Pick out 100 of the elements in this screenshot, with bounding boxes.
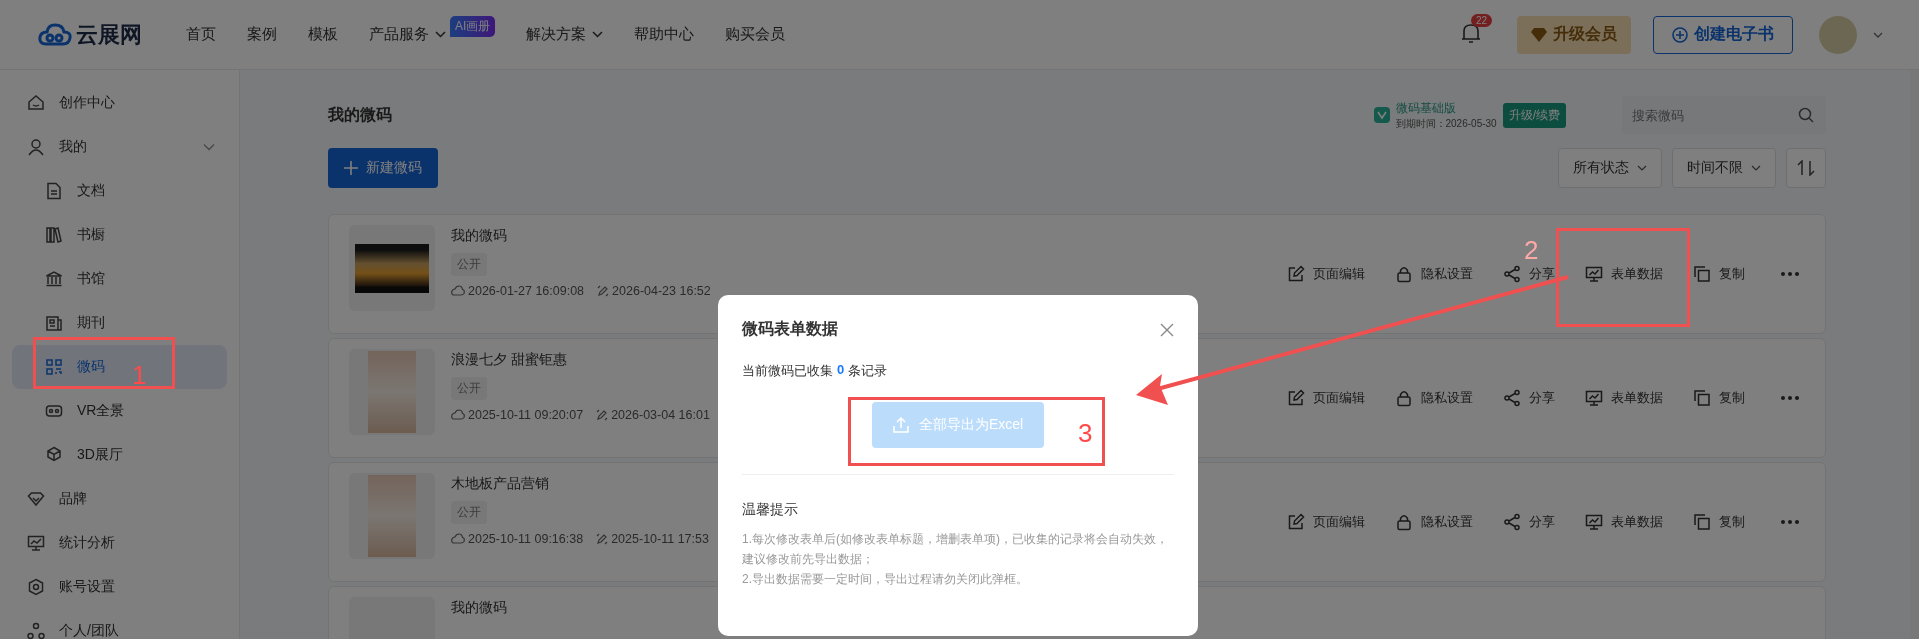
sidebar-item[interactable]: 我的 <box>12 125 227 169</box>
chevron-down-icon <box>1751 165 1761 171</box>
card-action[interactable]: 分享 <box>1503 389 1555 407</box>
upgrade-button[interactable]: 升级会员 <box>1517 15 1631 54</box>
copy-icon <box>1693 265 1711 283</box>
nav-link[interactable]: 解决方案 <box>526 25 604 44</box>
nav-link[interactable]: 产品服务 <box>369 25 446 44</box>
qr-icon <box>45 358 63 376</box>
card-action[interactable]: 页面编辑 <box>1287 389 1365 407</box>
card-action[interactable]: 表单数据 <box>1585 389 1663 407</box>
pencil-icon <box>597 285 610 297</box>
tip-text: 1.每次修改表单后(如修改表单标题，增删表单项)，已收集的记录将会自动失效，建议修改前先导出数据； <box>742 531 1169 568</box>
card-title: 木地板产品营销 <box>451 475 549 493</box>
visibility-tag: 公开 <box>451 377 487 400</box>
search-icon <box>1798 107 1814 123</box>
upload-icon <box>892 417 909 433</box>
diamond-icon <box>27 490 45 508</box>
renew-button[interactable]: 升级/续费 <box>1502 102 1566 128</box>
annotation-number: 3 <box>1078 420 1093 446</box>
close-icon[interactable] <box>1160 322 1174 337</box>
vr-icon <box>45 402 63 420</box>
card-action[interactable]: 分享 <box>1503 513 1555 531</box>
ai-badge: AI画册 <box>450 16 496 37</box>
sidebar-item[interactable]: 品牌 <box>12 477 227 521</box>
modified-time: 2026-03-04 16:01 <box>611 408 710 422</box>
sidebar-item[interactable]: 期刊 <box>12 301 227 345</box>
diamond-icon <box>1531 27 1547 42</box>
card-title: 我的微码 <box>451 227 507 245</box>
plan-name: 微码基础版 <box>1395 99 1457 117</box>
record-count: 0 <box>837 362 845 379</box>
hex-icon <box>27 578 45 596</box>
share-icon <box>1503 265 1521 283</box>
card-title: 我的微码 <box>451 599 507 617</box>
nav-link[interactable]: 首页 <box>186 25 216 44</box>
plus-icon <box>344 161 358 175</box>
chart-icon <box>27 534 45 552</box>
share-icon <box>1503 389 1521 407</box>
more-icon <box>1781 272 1799 276</box>
monitor-chart-icon <box>1585 513 1603 531</box>
copy-icon <box>1693 513 1711 531</box>
sidebar-item[interactable]: 个人/团队 <box>12 609 227 639</box>
new-button[interactable]: 新建微码 <box>328 148 438 188</box>
filter-dropdown[interactable]: 所有状态 <box>1558 148 1662 188</box>
lock-icon <box>1395 513 1413 531</box>
card-action[interactable]: 隐私设置 <box>1395 513 1473 531</box>
filter-dropdown[interactable]: 时间不限 <box>1672 148 1776 188</box>
nav-link[interactable]: 购买会员 <box>725 25 786 44</box>
user-icon <box>27 138 45 156</box>
created-time: 2025-10-11 09:16:38 <box>468 532 584 546</box>
card-action[interactable]: 隐私设置 <box>1395 265 1473 283</box>
modified-time: 2026-04-23 16:52 <box>612 284 711 298</box>
card-action[interactable]: 复制 <box>1693 265 1745 283</box>
create-ebook-button[interactable]: 创建电子书 <box>1653 15 1793 54</box>
lock-icon <box>1395 389 1413 407</box>
nav-link[interactable]: 模板 <box>308 25 338 44</box>
visibility-tag: 公开 <box>451 253 487 276</box>
news-icon <box>45 314 63 332</box>
sidebar-item[interactable]: VR全景 <box>12 389 227 433</box>
card-action[interactable]: 表单数据 <box>1585 513 1663 531</box>
plan-expiry: 到期时间：2026-05-30 <box>1395 116 1497 131</box>
sort-button[interactable] <box>1786 148 1826 188</box>
page-title: 我的微码 <box>328 104 392 125</box>
sidebar-item[interactable]: 账号设置 <box>12 565 227 609</box>
pencil-icon <box>1287 389 1305 407</box>
created-time: 2025-10-11 09:20:07 <box>468 408 584 422</box>
tip-text: 2.导出数据需要一定时间，导出过程请勿关闭此弹框。 <box>742 571 1029 588</box>
sidebar-item[interactable]: 创作中心 <box>12 81 227 125</box>
card-action[interactable]: 隐私设置 <box>1395 389 1473 407</box>
team-icon <box>27 622 45 639</box>
tips-title: 温馨提示 <box>742 501 799 519</box>
sidebar-item[interactable]: 书馆 <box>12 257 227 301</box>
record-count-label: 当前微码已收集 <box>742 362 833 380</box>
nav-link[interactable]: 帮助中心 <box>634 25 695 44</box>
annotation-number: 2 <box>1524 237 1539 263</box>
sidebar-item[interactable]: 统计分析 <box>12 521 227 565</box>
sidebar-item[interactable]: 3D展厅 <box>12 433 227 477</box>
share-icon <box>1503 513 1521 531</box>
pencil-icon <box>596 409 609 421</box>
sort-icon <box>1797 160 1815 176</box>
notification-badge: 22 <box>1471 13 1493 27</box>
card-action[interactable]: 页面编辑 <box>1287 265 1365 283</box>
card-action[interactable]: 表单数据 <box>1585 265 1663 283</box>
card-action[interactable]: 复制 <box>1693 513 1745 531</box>
chevron-down-icon[interactable] <box>1873 31 1883 38</box>
plan-badge-icon <box>1373 107 1390 123</box>
chevron-down-icon <box>1637 165 1647 171</box>
monitor-chart-icon <box>1585 389 1603 407</box>
lock-icon <box>1395 265 1413 283</box>
card-action[interactable]: 分享 <box>1503 265 1555 283</box>
dialog-title: 微码表单数据 <box>742 319 838 339</box>
card-action[interactable]: 复制 <box>1693 389 1745 407</box>
cube-icon <box>45 446 63 464</box>
doc-icon <box>45 182 63 200</box>
logo[interactable]: 云展网 <box>38 19 142 50</box>
library-icon <box>45 270 63 288</box>
sidebar-item[interactable]: 文档 <box>12 169 227 213</box>
nav-link[interactable]: 案例 <box>247 25 277 44</box>
card-action[interactable]: 页面编辑 <box>1287 513 1365 531</box>
pencil-icon <box>596 533 609 545</box>
sidebar-item[interactable]: 书橱 <box>12 213 227 257</box>
